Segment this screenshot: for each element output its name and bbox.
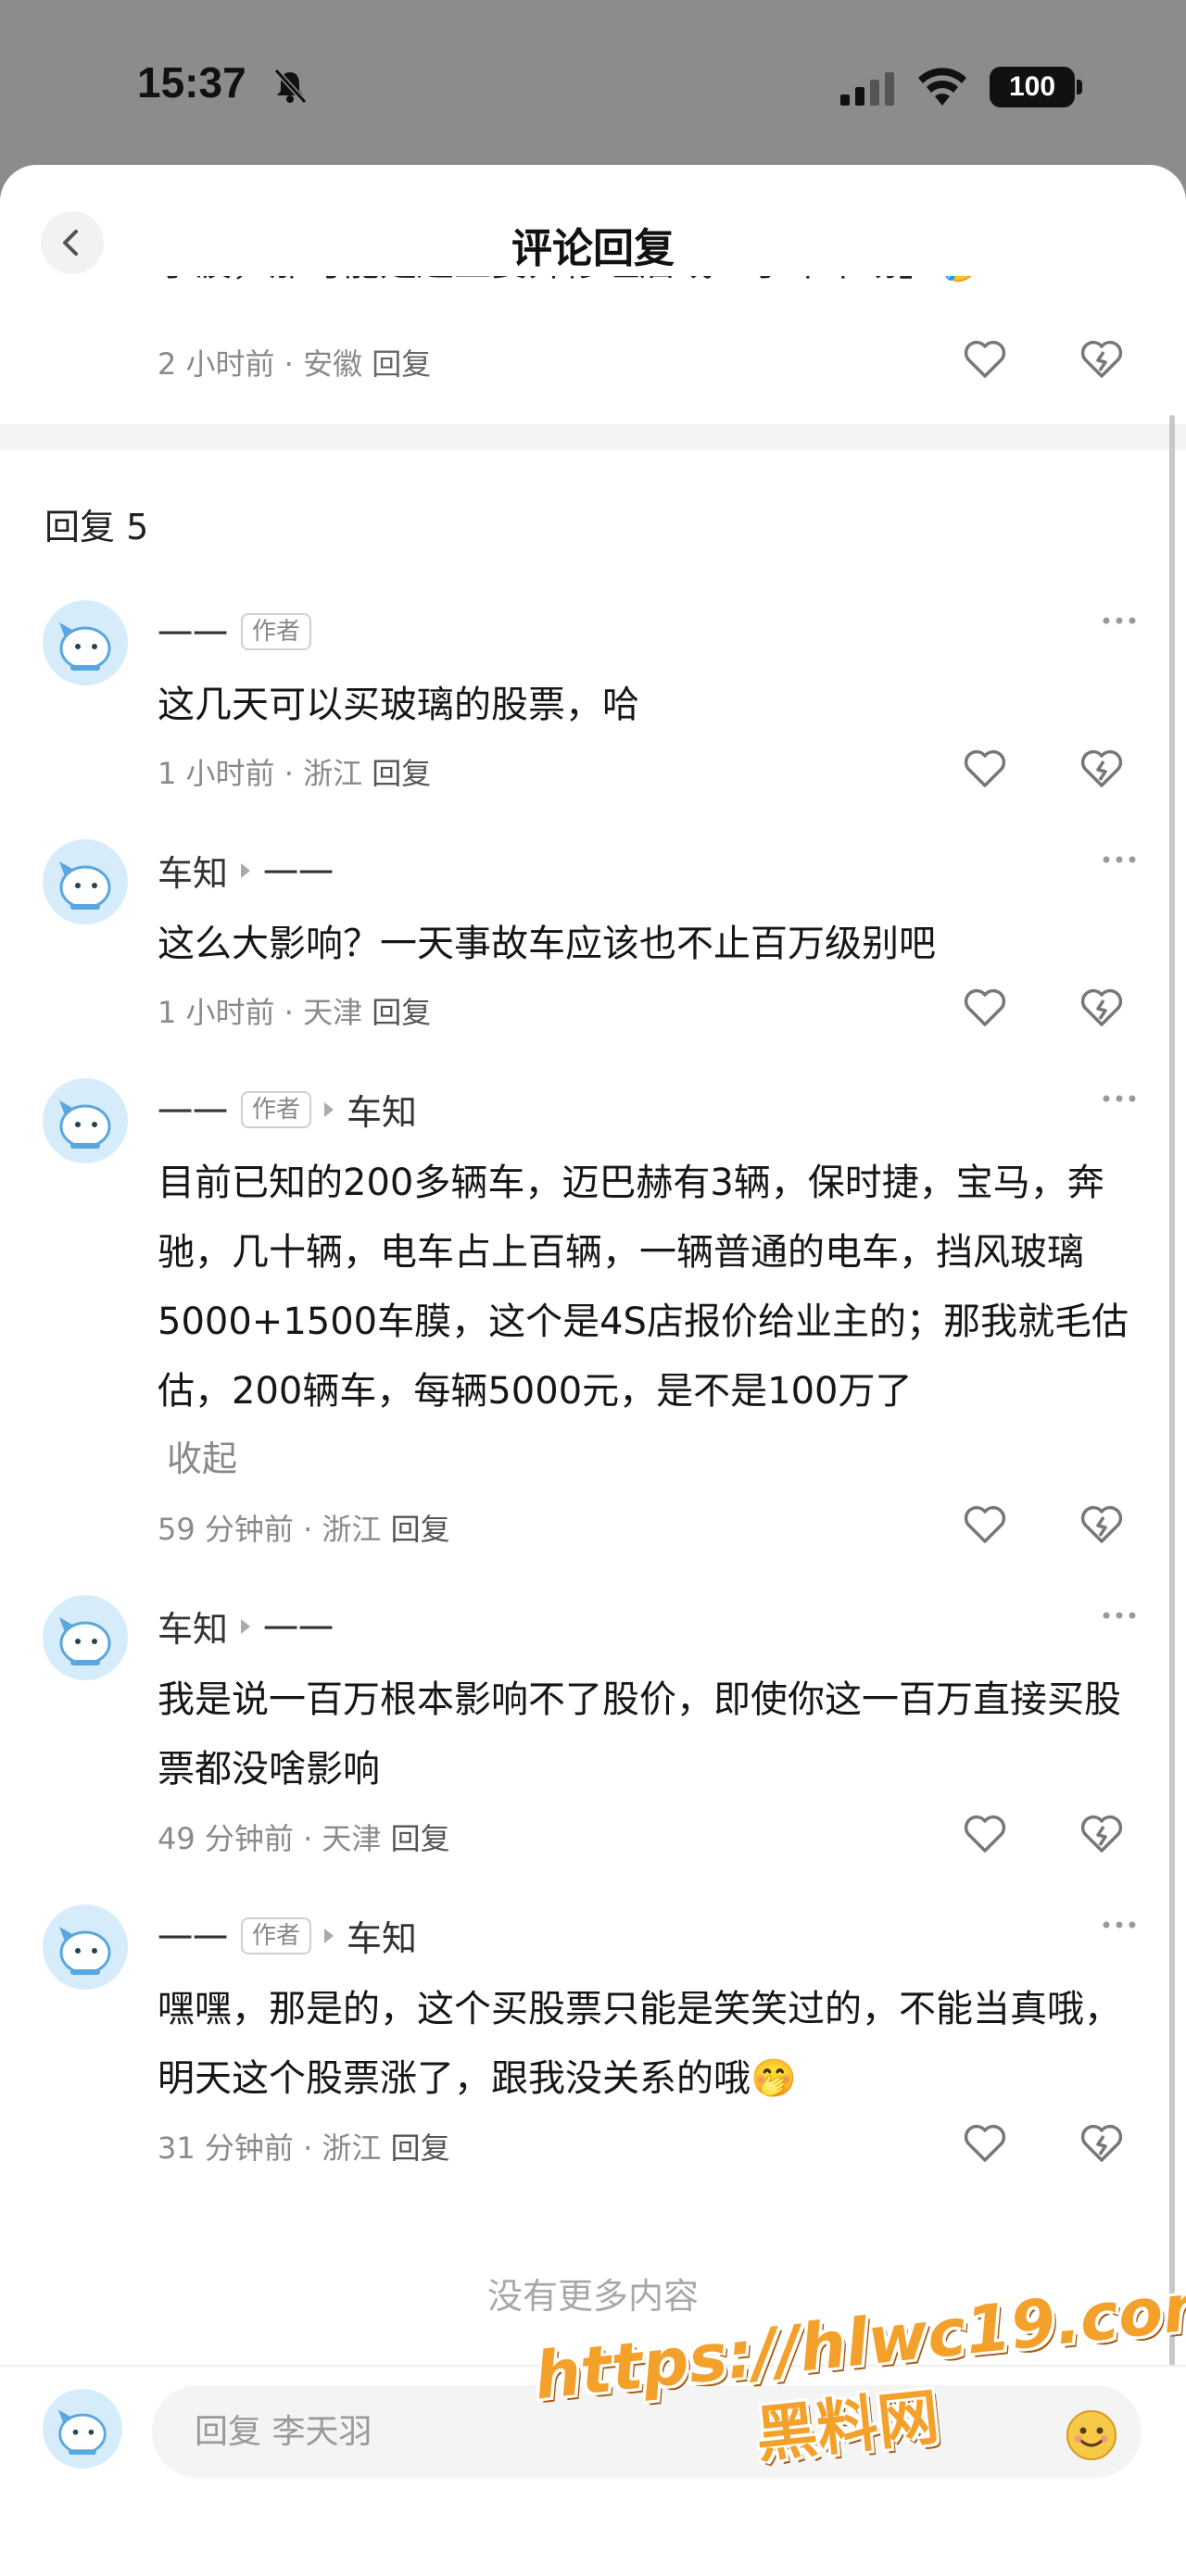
- comment-time: 59 分钟前: [158, 1512, 294, 1547]
- reply-to-name[interactable]: 车知: [347, 1084, 417, 1135]
- more-dots-icon[interactable]: [1101, 615, 1138, 626]
- heart-icon[interactable]: [960, 333, 1010, 383]
- reply-arrow-icon: [324, 1101, 334, 1117]
- author-name[interactable]: 一一: [158, 1910, 228, 1961]
- reply-arrow-icon: [241, 862, 251, 878]
- reply-to-name[interactable]: 一一: [263, 1601, 334, 1652]
- comment-author: 车知 一一: [158, 845, 334, 896]
- comment-location: 浙江: [322, 2130, 382, 2166]
- avatar[interactable]: [43, 600, 128, 685]
- comment-reply-link[interactable]: 回复: [391, 2130, 450, 2166]
- comment-author: 车知 一一: [158, 1601, 334, 1652]
- author-name[interactable]: 一一: [158, 606, 228, 657]
- reply-to-name[interactable]: 一一: [263, 845, 334, 896]
- heart-icon[interactable]: [960, 1808, 1010, 1858]
- collapse-link[interactable]: 收起: [167, 1426, 1140, 1491]
- comment-time: 1 小时前: [158, 995, 275, 1030]
- broken-heart-icon[interactable]: [1077, 333, 1127, 383]
- comment-meta: 31 分钟前 · 浙江 回复: [158, 2130, 450, 2166]
- status-bar: 15:37 100: [0, 0, 1186, 167]
- reply-arrow-icon: [324, 1928, 334, 1943]
- comment-author: 一一 作者 车知: [158, 1910, 417, 1961]
- broken-heart-icon[interactable]: [1077, 1499, 1127, 1549]
- avatar[interactable]: [43, 1595, 128, 1680]
- comment-meta: 1 小时前 · 天津 回复: [158, 995, 432, 1030]
- comment-reply-link[interactable]: 回复: [391, 1512, 450, 1547]
- author-name[interactable]: 车知: [158, 1601, 228, 1652]
- author-name[interactable]: 一一: [158, 1084, 228, 1135]
- reply-count: 回复 5: [44, 507, 149, 547]
- comment-location: 天津: [322, 1821, 382, 1856]
- comment-reply-link[interactable]: 回复: [372, 995, 431, 1030]
- comment-text: 这几天可以买玻璃的股票，哈: [158, 684, 639, 726]
- parent-reply-link[interactable]: 回复: [372, 346, 431, 382]
- comment-meta: 59 分钟前 · 浙江 回复: [158, 1512, 450, 1547]
- reply-to-name[interactable]: 车知: [347, 1910, 417, 1961]
- comment-meta: 49 分钟前 · 天津 回复: [158, 1821, 450, 1856]
- comment-text: 这么大影响？一天事故车应该也不止百万级别吧: [158, 923, 936, 965]
- comment-text: 我是说一百万根本影响不了股价，即使你这一百万直接买股票都没啥影响: [158, 1678, 1121, 1791]
- avatar[interactable]: [43, 2389, 122, 2469]
- author-tag: 作者: [241, 1090, 312, 1128]
- comment-reply-link[interactable]: 回复: [391, 1821, 450, 1856]
- broken-heart-icon[interactable]: [1077, 982, 1127, 1032]
- comment-author: 一一 作者 车知: [158, 1084, 417, 1135]
- broken-heart-icon[interactable]: [1077, 743, 1127, 793]
- heart-icon[interactable]: [960, 2117, 1010, 2168]
- reply-arrow-icon: [241, 1618, 251, 1634]
- section-divider: [0, 424, 1186, 450]
- sheet-header: 评论回复: [0, 165, 1186, 276]
- heart-icon[interactable]: [960, 982, 1010, 1032]
- more-dots-icon[interactable]: [1101, 1610, 1138, 1621]
- author-tag: 作者: [241, 1916, 312, 1954]
- broken-heart-icon[interactable]: [1077, 1808, 1127, 1858]
- author-name[interactable]: 车知: [158, 845, 228, 896]
- comment-reply-sheet: 评论回复 了波，那可能是趁上要开修理店或二手车市场」🤣 2 小时前 · 安徽 回…: [0, 165, 1186, 2576]
- comment-location: 浙江: [303, 756, 363, 791]
- parent-location: 安徽: [303, 346, 363, 382]
- comment-time: 49 分钟前: [158, 1821, 294, 1856]
- avatar[interactable]: [43, 1904, 128, 1990]
- comment-author: 一一 作者: [158, 606, 312, 657]
- comment-location: 浙江: [322, 1512, 382, 1547]
- heart-icon[interactable]: [960, 1499, 1010, 1549]
- more-dots-icon[interactable]: [1101, 1093, 1138, 1104]
- status-time: 15:37: [137, 58, 246, 107]
- comment-text: 目前已知的200多辆车，迈巴赫有3辆，保时捷，宝马，奔驰，几十辆，电车占上百辆，…: [158, 1149, 1140, 1491]
- comment-reply-link[interactable]: 回复: [372, 756, 431, 791]
- comment-time: 31 分钟前: [158, 2130, 294, 2166]
- page-title: 评论回复: [511, 225, 675, 272]
- comment-location: 天津: [303, 995, 363, 1030]
- parent-comment-meta: 2 小时前 · 安徽 回复: [158, 346, 432, 382]
- battery-indicator: 100: [990, 67, 1075, 107]
- comment-meta: 1 小时前 · 浙江 回复: [158, 756, 432, 791]
- more-dots-icon[interactable]: [1101, 1919, 1138, 1930]
- comment-time: 1 小时前: [158, 756, 275, 791]
- parent-time: 2 小时前: [158, 346, 275, 382]
- author-tag: 作者: [241, 612, 312, 650]
- broken-heart-icon[interactable]: [1077, 2117, 1127, 2168]
- signal-icon: [840, 72, 894, 106]
- scrollbar[interactable]: [1169, 415, 1175, 2397]
- more-dots-icon[interactable]: [1101, 854, 1138, 865]
- avatar[interactable]: [43, 1078, 128, 1163]
- heart-icon[interactable]: [960, 743, 1010, 793]
- wifi-icon: [918, 68, 966, 106]
- comment-text: 嘿嘿，那是的，这个买股票只能是笑笑过的，不能当真哦，明天这个股票涨了，跟我没关系…: [158, 1988, 1121, 2100]
- bell-muted-icon: [273, 68, 308, 105]
- battery-tip: [1077, 80, 1082, 94]
- avatar[interactable]: [43, 839, 128, 924]
